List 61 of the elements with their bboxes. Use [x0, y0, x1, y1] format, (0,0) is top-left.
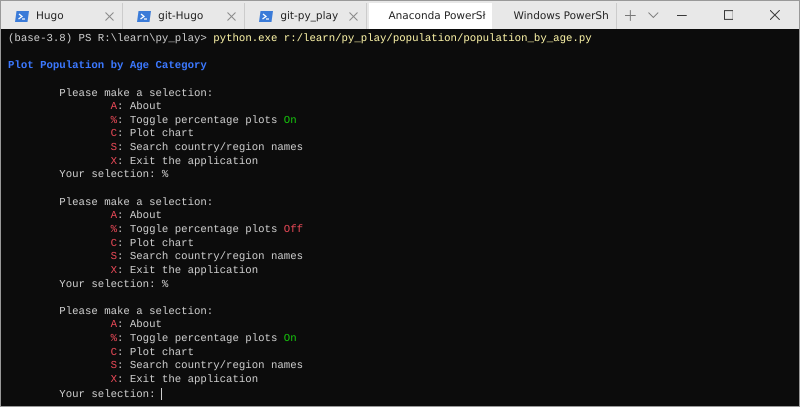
option-key: % [110, 114, 118, 127]
option-key: A [110, 101, 118, 114]
shell-prompt-icon [259, 10, 274, 22]
option-label: : Exit the application [117, 374, 258, 386]
command-text: python.exe r:/learn/py_play/population/population_by_age.py [213, 33, 592, 45]
option-key: % [110, 333, 118, 346]
option-label: : About [117, 210, 162, 222]
shell-prompt-icon [15, 10, 29, 22]
maximize-icon[interactable] [724, 10, 734, 20]
option-label: : Search country/region names [117, 360, 304, 372]
option-key: C [110, 238, 118, 250]
option-key: S [110, 251, 118, 264]
option-key: C [110, 346, 118, 359]
option-label: : Plot chart [117, 128, 194, 140]
option-label: : Exit the application [117, 264, 258, 277]
menu-heading: Please make a selection: [59, 88, 214, 100]
tab[interactable]: Anaconda PowerSł [369, 3, 492, 29]
close-icon[interactable] [770, 10, 780, 20]
menu-heading: Please make a selection: [59, 196, 214, 209]
tab-title: Hugo [36, 10, 65, 22]
option-key: X [110, 156, 118, 168]
tab[interactable]: git-Hugo [125, 3, 246, 29]
tab-title: Windows PowerSh [513, 10, 609, 22]
option-label: : Toggle percentage plots [117, 333, 278, 346]
option-label: : Toggle percentage plots [117, 224, 278, 236]
selection-text: % [162, 169, 168, 182]
toggle-status: Off [284, 224, 304, 236]
option-label: : About [117, 319, 162, 332]
option-label: : About [117, 101, 162, 114]
option-label: : Plot chart [117, 238, 194, 250]
selection-prompt: Your selection: [59, 388, 156, 400]
tab[interactable]: Hugo [3, 3, 124, 29]
toggle-status: On [284, 114, 297, 127]
option-key: C [110, 128, 118, 140]
option-key: X [110, 374, 118, 386]
option-key: S [110, 360, 118, 372]
selection-prompt: Your selection: [59, 169, 156, 182]
tab[interactable]: Windows PowerSh [494, 3, 618, 29]
toggle-status: On [284, 333, 297, 346]
option-label: : Toggle percentage plots [117, 114, 278, 127]
option-label: : Plot chart [117, 346, 194, 359]
option-key: X [110, 264, 118, 277]
shell-prompt: (base-3.8) PS R:\learn\py_play> [8, 33, 207, 45]
new-tab-icon[interactable] [625, 10, 636, 21]
option-label: : Exit the application [117, 156, 258, 168]
option-label: : Search country/region names [117, 251, 304, 264]
menu-heading: Please make a selection: [59, 306, 214, 318]
option-label: : Search country/region names [117, 142, 304, 154]
shell-prompt-icon [137, 10, 152, 22]
option-key: A [110, 319, 118, 332]
tab-title: git-Hugo [158, 10, 204, 22]
option-key: A [110, 210, 118, 222]
selection-text: % [162, 278, 168, 291]
dropdown-icon[interactable] [648, 12, 659, 19]
tab[interactable]: git-py_play [247, 3, 368, 29]
tab-title: Anaconda PowerSł [388, 10, 486, 22]
option-key: % [110, 224, 118, 236]
program-title: Plot Population by Age Category [8, 60, 207, 72]
option-key: S [110, 142, 118, 154]
tab-title: git-py_play [280, 10, 340, 22]
selection-prompt: Your selection: [59, 278, 156, 291]
